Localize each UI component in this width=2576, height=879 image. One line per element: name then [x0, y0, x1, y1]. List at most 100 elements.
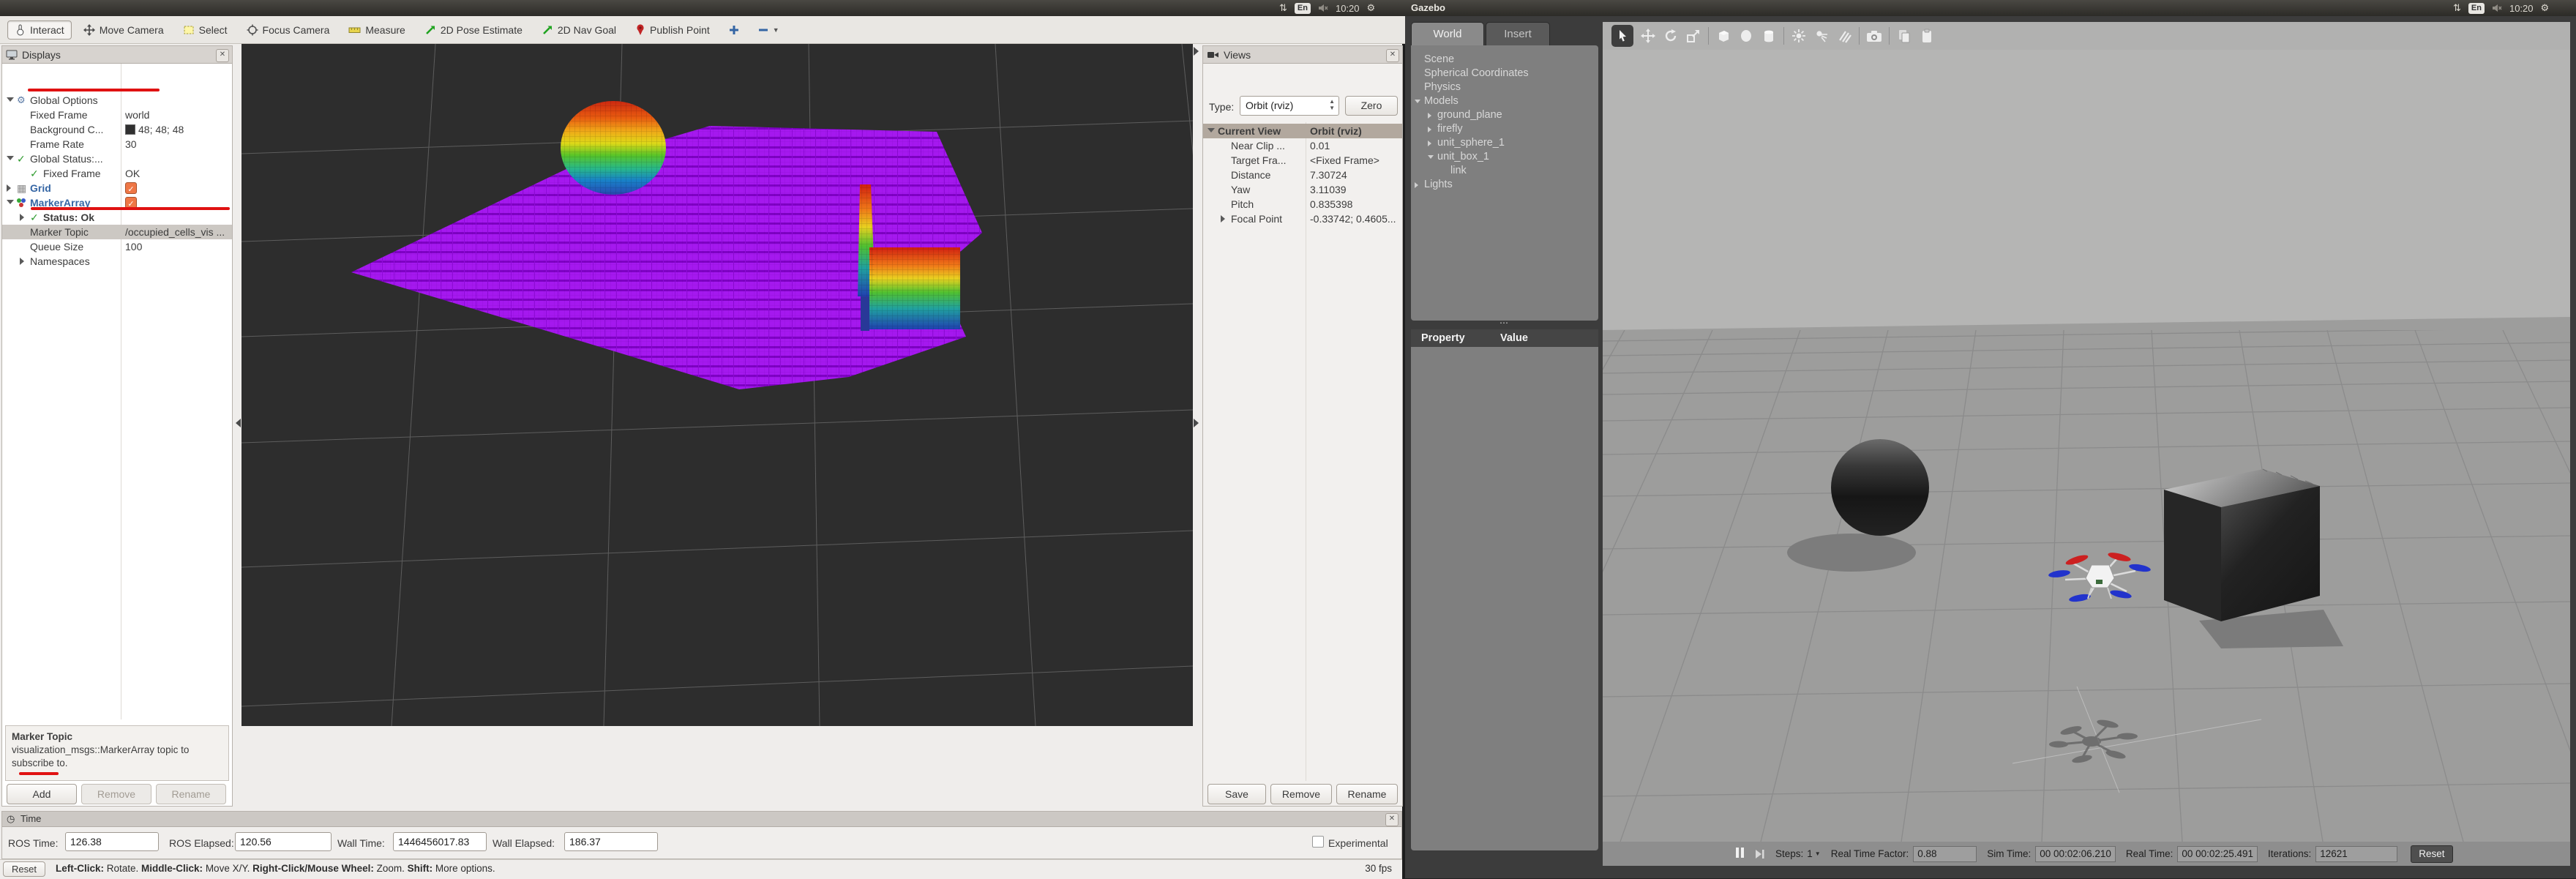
focus-camera-tool-button[interactable]: Focus Camera	[239, 20, 337, 40]
clock[interactable]: 10:20	[1336, 3, 1360, 14]
tree-row-grid[interactable]: ▦ Grid ✓	[2, 181, 232, 195]
close-icon[interactable]: ✕	[1385, 813, 1399, 826]
tree-item-firefly[interactable]: firefly	[1411, 122, 1598, 136]
scroll-right-arrow-icon[interactable]	[1194, 47, 1199, 56]
displays-panel-titlebar[interactable]: Displays ✕	[2, 46, 232, 64]
ros-time-input[interactable]	[65, 832, 159, 851]
expand-arrow-icon[interactable]	[7, 200, 14, 204]
tree-item-link[interactable]: link	[1411, 164, 1598, 178]
tree-row-fixed-frame[interactable]: Fixed Frame world	[2, 108, 232, 122]
close-icon[interactable]: ✕	[216, 49, 229, 62]
select-tool-button[interactable]: Select	[176, 20, 235, 40]
translate-mode-button[interactable]	[1640, 28, 1656, 44]
session-gear-icon[interactable]: ⚙	[1367, 2, 1376, 14]
views-panel-titlebar[interactable]: Views ✕	[1203, 46, 1402, 64]
insert-sphere-button[interactable]	[1738, 28, 1754, 44]
scroll-left-arrow-icon[interactable]	[236, 419, 241, 427]
zero-view-button[interactable]: Zero	[1345, 96, 1398, 116]
expand-arrow-icon[interactable]	[1221, 215, 1225, 222]
pause-button[interactable]	[1734, 848, 1745, 860]
publish-point-tool-button[interactable]: Publish Point	[628, 20, 717, 40]
tree-row-global-status[interactable]: ✓ Global Status:...	[2, 152, 232, 166]
tree-item-lights[interactable]: Lights	[1411, 178, 1598, 192]
views-row-near-clip[interactable]: Near Clip ... 0.01	[1203, 138, 1402, 153]
pose-estimate-tool-button[interactable]: 2D Pose Estimate	[417, 20, 530, 40]
save-view-button[interactable]: Save	[1208, 784, 1266, 804]
network-icon[interactable]: ⇅	[1279, 2, 1287, 14]
tab-insert[interactable]: Insert	[1486, 22, 1550, 45]
screenshot-button[interactable]	[1866, 28, 1882, 44]
session-gear-icon[interactable]: ⚙	[2541, 2, 2550, 14]
nav-goal-tool-button[interactable]: 2D Nav Goal	[534, 20, 624, 40]
remove-tool-button[interactable]: ▼	[751, 21, 787, 39]
remove-display-button[interactable]: Remove	[81, 784, 151, 804]
clock[interactable]: 10:20	[2509, 3, 2534, 14]
tree-item-ground-plane[interactable]: ground_plane	[1411, 108, 1598, 122]
expand-arrow-icon[interactable]	[7, 184, 11, 192]
reset-button[interactable]: Reset	[3, 861, 45, 877]
tree-row-global-options[interactable]: ⚙ Global Options	[2, 93, 232, 108]
rotate-mode-button[interactable]	[1663, 28, 1679, 44]
expand-arrow-icon[interactable]	[1428, 127, 1431, 132]
tree-item-models[interactable]: Models	[1411, 94, 1598, 108]
sound-muted-icon[interactable]	[1318, 4, 1328, 12]
select-mode-button[interactable]	[1611, 25, 1633, 47]
steps-dropdown-arrow-icon[interactable]: ▼	[1815, 850, 1821, 857]
tab-world[interactable]: World	[1411, 22, 1484, 45]
insert-point-light-button[interactable]	[1791, 28, 1807, 44]
measure-tool-button[interactable]: Measure	[341, 20, 412, 40]
tree-row-queue-size[interactable]: Queue Size 100	[2, 239, 232, 254]
wall-elapsed-input[interactable]	[564, 832, 658, 851]
remove-view-button[interactable]: Remove	[1270, 784, 1332, 804]
views-row-pitch[interactable]: Pitch 0.835398	[1203, 197, 1402, 212]
tree-row-marker-status[interactable]: ✓ Status: Ok	[2, 210, 232, 225]
tree-row-fixed-frame-status[interactable]: ✓ Fixed Frame OK	[2, 166, 232, 181]
views-row-focal-point[interactable]: Focal Point -0.33742; 0.4605...	[1203, 212, 1402, 226]
rviz-3d-viewport[interactable]	[241, 43, 1252, 727]
scale-mode-button[interactable]	[1685, 28, 1701, 44]
sound-muted-icon[interactable]	[2492, 4, 2502, 12]
move-camera-tool-button[interactable]: Move Camera	[76, 20, 171, 40]
views-row-target-frame[interactable]: Target Fra... <Fixed Frame>	[1203, 153, 1402, 168]
gazebo-3d-viewport[interactable]	[1603, 50, 2570, 842]
tree-item-scene[interactable]: Scene	[1411, 53, 1598, 67]
expand-arrow-icon[interactable]	[1428, 155, 1434, 159]
unit-sphere-model[interactable]	[1831, 439, 1929, 536]
panel-splitter-handle[interactable]: ⋯	[1411, 318, 1598, 329]
expand-arrow-icon[interactable]	[20, 214, 24, 221]
time-panel-titlebar[interactable]: ◷ Time ✕	[2, 812, 1401, 827]
expand-arrow-icon[interactable]	[20, 258, 24, 265]
expand-arrow-icon[interactable]	[1428, 141, 1431, 146]
keyboard-layout-indicator[interactable]: En	[2468, 2, 2485, 14]
rename-view-button[interactable]: Rename	[1336, 784, 1398, 804]
ros-elapsed-input[interactable]	[235, 832, 332, 851]
expand-arrow-icon[interactable]	[1428, 113, 1431, 119]
tree-row-marker-topic[interactable]: Marker Topic /occupied_cells_vis ...	[2, 225, 232, 239]
tree-row-background-color[interactable]: Background C... 48; 48; 48	[2, 122, 232, 137]
tree-item-physics[interactable]: Physics	[1411, 81, 1598, 94]
tree-row-frame-rate[interactable]: Frame Rate 30	[2, 137, 232, 152]
tree-row-namespaces[interactable]: Namespaces	[2, 254, 232, 269]
views-row-yaw[interactable]: Yaw 3.11039	[1203, 182, 1402, 197]
views-row-current-view[interactable]: Current View Orbit (rviz)	[1203, 124, 1402, 138]
expand-arrow-icon[interactable]	[1415, 100, 1420, 103]
views-row-distance[interactable]: Distance 7.30724	[1203, 168, 1402, 182]
experimental-checkbox[interactable]	[1312, 836, 1324, 848]
tree-item-unit-box[interactable]: unit_box_1	[1411, 150, 1598, 164]
expand-arrow-icon[interactable]	[7, 156, 14, 160]
steps-value[interactable]: 1	[1807, 848, 1813, 859]
add-display-button[interactable]: Add	[7, 784, 77, 804]
sim-reset-button[interactable]: Reset	[2411, 845, 2453, 863]
keyboard-layout-indicator[interactable]: En	[1294, 2, 1311, 14]
add-tool-button[interactable]	[722, 21, 746, 39]
wall-time-input[interactable]	[393, 832, 487, 851]
tree-item-spherical-coordinates[interactable]: Spherical Coordinates	[1411, 67, 1598, 81]
scroll-right-arrow-icon[interactable]	[1194, 419, 1199, 427]
step-button[interactable]	[1755, 849, 1765, 859]
spinner-arrows-icon[interactable]: ▲ ▼	[1329, 98, 1335, 111]
view-type-dropdown[interactable]: Orbit (rviz) ▲ ▼	[1240, 96, 1339, 116]
insert-spot-light-button[interactable]	[1813, 28, 1830, 44]
grid-enabled-checkbox[interactable]: ✓	[125, 182, 137, 194]
paste-button[interactable]	[1919, 28, 1935, 44]
close-icon[interactable]: ✕	[1386, 49, 1399, 62]
